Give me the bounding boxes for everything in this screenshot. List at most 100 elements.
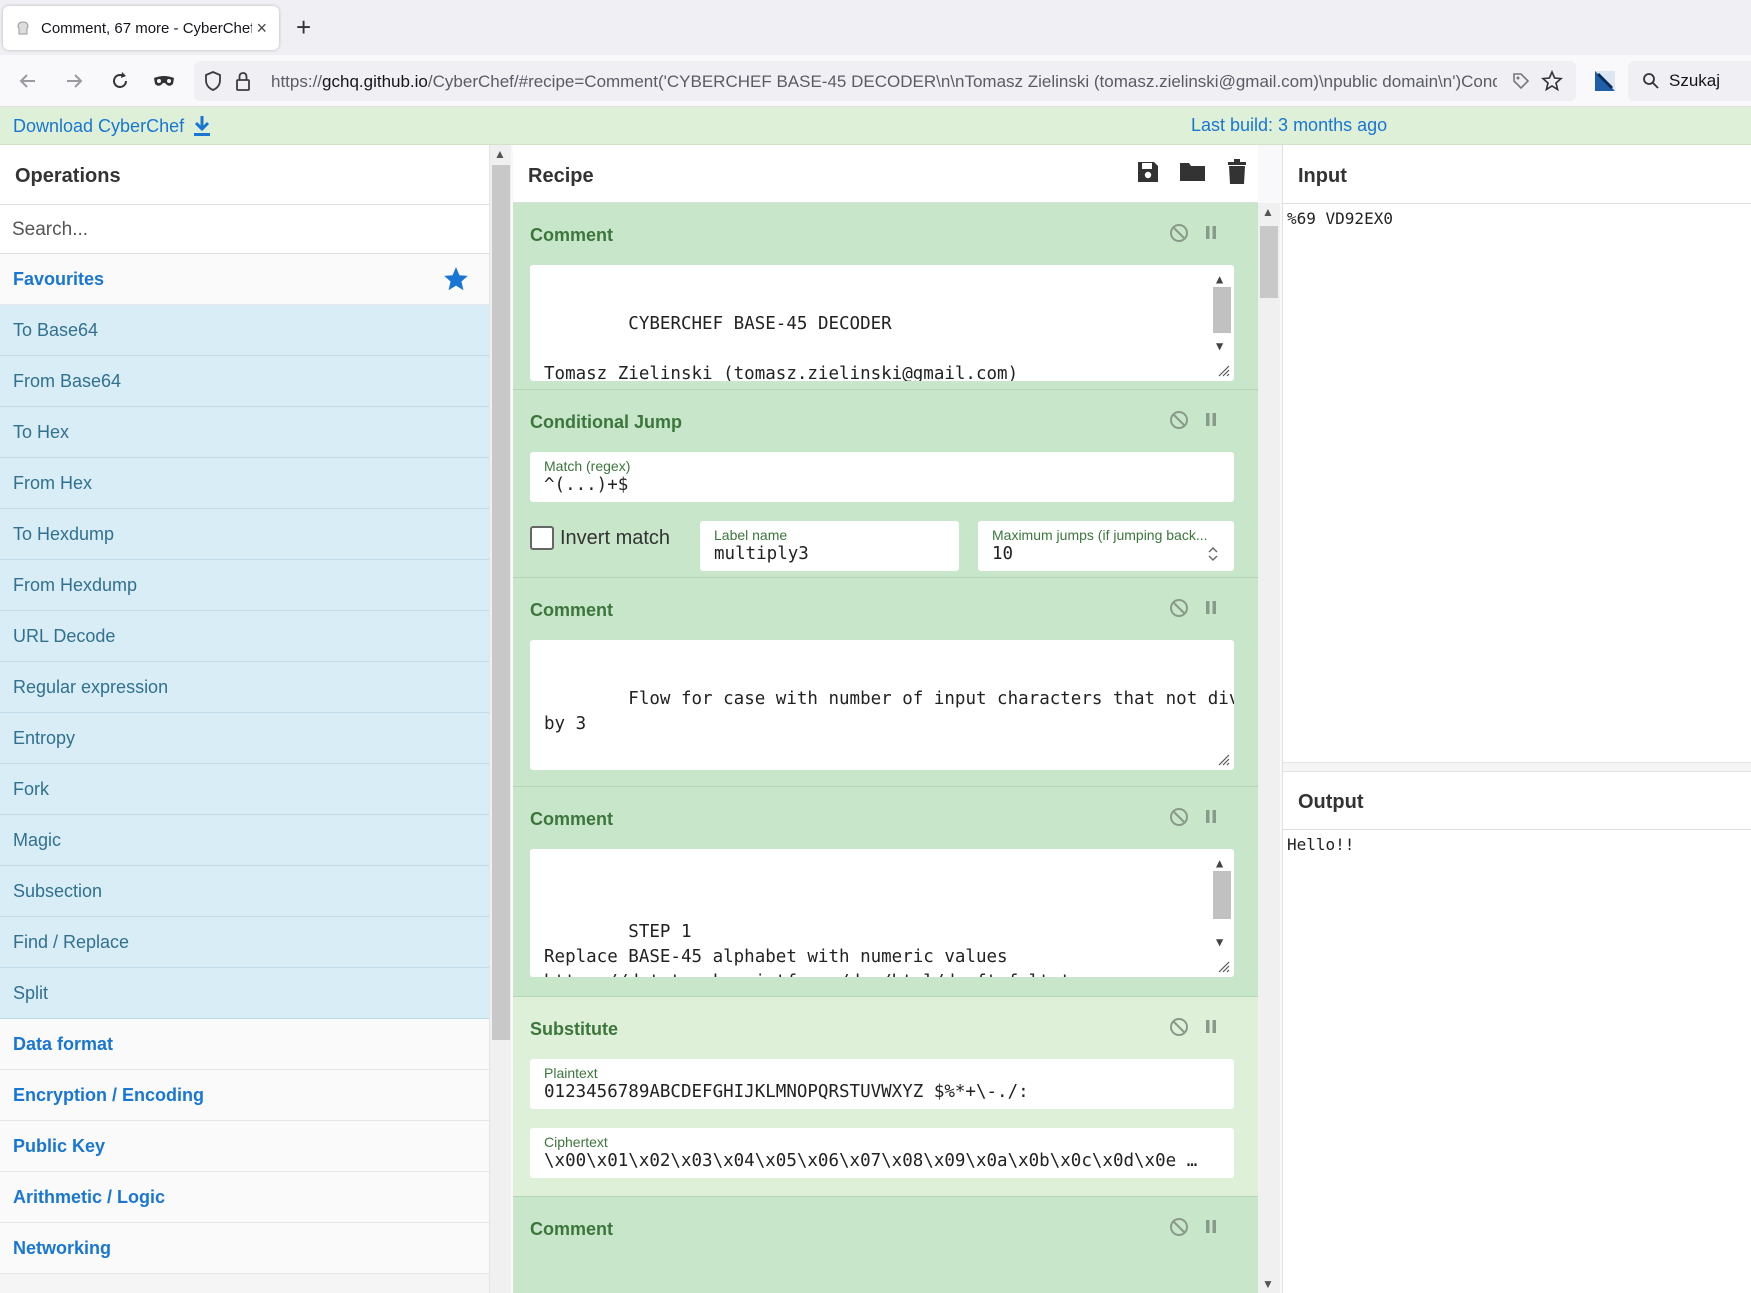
field-value: \x00\x01\x02\x03\x04\x05\x06\x07\x08\x09… — [544, 1151, 1198, 1171]
comment-textarea[interactable]: CYBERCHEF BASE-45 DECODER Tomasz Zielins… — [530, 265, 1234, 381]
output-text: Hello!! — [1287, 835, 1355, 854]
scrollbar-thumb[interactable] — [1213, 871, 1231, 919]
field-label: Label name — [714, 527, 788, 543]
op-item[interactable]: From Hex — [0, 458, 489, 509]
recipe-op-comment[interactable]: Comment STEP 1 Replace BASE-45 alphabet … — [513, 787, 1258, 997]
op-item[interactable]: Subsection — [0, 866, 489, 917]
maximum-jumps-field[interactable]: Maximum jumps (if jumping back... 10 — [978, 521, 1234, 571]
breakpoint-pause-icon[interactable] — [1204, 807, 1218, 827]
scroll-down-arrow-icon[interactable]: ▼ — [1262, 1277, 1274, 1291]
recipe-list: Comment CYBERCHEF BASE-45 DECODER Tomasz… — [513, 203, 1258, 1293]
category-item[interactable]: Networking — [0, 1223, 489, 1274]
recipe-op-substitute[interactable]: Substitute Plaintext 0123456789ABCDEFGHI… — [513, 997, 1258, 1197]
reload-icon[interactable] — [107, 68, 133, 94]
disable-op-icon[interactable] — [1169, 410, 1189, 430]
textarea-scrollbar[interactable]: ▲ ▼ — [1213, 851, 1231, 955]
op-item[interactable]: Find / Replace — [0, 917, 489, 968]
disable-op-icon[interactable] — [1169, 598, 1189, 618]
disable-op-icon[interactable] — [1169, 807, 1189, 827]
op-item[interactable]: To Hex — [0, 407, 489, 458]
label-name-field[interactable]: Label name multiply3 — [700, 521, 959, 571]
plaintext-field[interactable]: Plaintext 0123456789ABCDEFGHIJKLMNOPQRST… — [530, 1059, 1234, 1109]
recipe-scrollbar[interactable]: ▲ ▼ — [1258, 203, 1280, 1293]
url-text[interactable]: https://gchq.github.io/CyberChef/#recipe… — [271, 72, 1497, 92]
scrollbar-thumb[interactable] — [1260, 226, 1278, 298]
last-build-text[interactable]: Last build: 3 months ago — [1191, 115, 1387, 136]
field-label: Match (regex) — [544, 458, 631, 474]
category-item[interactable]: Arithmetic / Logic — [0, 1172, 489, 1223]
input-title: Input — [1298, 165, 1347, 187]
field-label: Maximum jumps (if jumping back... — [992, 527, 1208, 543]
page-action-tag-icon[interactable] — [1508, 68, 1534, 94]
field-value: 0123456789ABCDEFGHIJKLMNOPQRSTUVWXYZ $%*… — [544, 1082, 1029, 1102]
textarea-scrollbar[interactable]: ▲ ▼ — [1213, 267, 1231, 359]
extension-icon[interactable] — [1592, 68, 1618, 94]
category-label: Favourites — [13, 268, 105, 289]
recipe-op-conditional-jump[interactable]: Conditional Jump Match (regex) ^(...)+$ … — [513, 390, 1258, 578]
url-host: gchq.github.io — [322, 72, 428, 91]
browser-tab[interactable]: Comment, 67 more - CyberChef × — [3, 6, 279, 50]
address-bar[interactable]: https://gchq.github.io/CyberChef/#recipe… — [194, 61, 1576, 101]
load-recipe-folder-icon[interactable] — [1179, 159, 1206, 183]
recipe-op-comment[interactable]: Comment Flow for case with number of inp… — [513, 578, 1258, 787]
comment-textarea[interactable]: STEP 1 Replace BASE-45 alphabet with num… — [530, 849, 1234, 977]
browser-search-box[interactable]: Szukaj — [1628, 61, 1751, 101]
op-item[interactable]: From Base64 — [0, 356, 489, 407]
scrollbar-thumb[interactable] — [1213, 287, 1231, 333]
recipe-op-comment[interactable]: Comment — [513, 1197, 1258, 1293]
comment-text: CYBERCHEF BASE-45 DECODER Tomasz Zielins… — [544, 314, 1019, 381]
resize-grip-icon[interactable] — [1216, 363, 1230, 377]
scrollbar-thumb[interactable] — [492, 165, 510, 1040]
recipe-op-comment[interactable]: Comment CYBERCHEF BASE-45 DECODER Tomasz… — [513, 203, 1258, 390]
op-item[interactable]: Entropy — [0, 713, 489, 764]
operations-search-input[interactable]: Search... — [0, 205, 489, 254]
op-item[interactable]: Fork — [0, 764, 489, 815]
forward-icon[interactable] — [61, 68, 87, 94]
breakpoint-pause-icon[interactable] — [1204, 1217, 1218, 1237]
op-item[interactable]: To Hexdump — [0, 509, 489, 560]
clear-recipe-trash-icon[interactable] — [1227, 159, 1247, 185]
invert-match-checkbox[interactable]: Invert match — [530, 526, 670, 550]
disable-op-icon[interactable] — [1169, 1017, 1189, 1037]
number-spinner-icon[interactable] — [1206, 545, 1220, 563]
resize-grip-icon[interactable] — [1216, 752, 1230, 766]
back-icon[interactable] — [15, 68, 41, 94]
favourites-star-icon[interactable] — [443, 266, 469, 292]
checkbox-box[interactable] — [530, 526, 554, 550]
io-resize-divider[interactable] — [1283, 762, 1751, 772]
category-item[interactable]: Public Key — [0, 1121, 489, 1172]
tab-close-icon[interactable]: × — [256, 18, 267, 39]
op-item[interactable]: Magic — [0, 815, 489, 866]
comment-textarea[interactable]: Flow for case with number of input chara… — [530, 640, 1234, 770]
tracking-shield-icon[interactable] — [200, 68, 226, 94]
category-item[interactable]: Encryption / Encoding — [0, 1070, 489, 1121]
op-item[interactable]: URL Decode — [0, 611, 489, 662]
breakpoint-pause-icon[interactable] — [1204, 410, 1218, 430]
op-item[interactable]: Regular expression — [0, 662, 489, 713]
op-name: Conditional Jump — [530, 412, 682, 432]
new-tab-button[interactable]: + — [296, 12, 311, 43]
breakpoint-pause-icon[interactable] — [1204, 223, 1218, 243]
breakpoint-pause-icon[interactable] — [1204, 598, 1218, 618]
disable-op-icon[interactable] — [1169, 223, 1189, 243]
disable-op-icon[interactable] — [1169, 1217, 1189, 1237]
lock-icon[interactable] — [230, 68, 256, 94]
save-recipe-icon[interactable] — [1136, 159, 1160, 185]
op-name: Comment — [530, 809, 614, 829]
download-cyberchef-link[interactable]: Download CyberChef — [13, 115, 211, 137]
match-regex-field[interactable]: Match (regex) ^(...)+$ — [530, 452, 1234, 502]
operations-scrollbar[interactable]: ▲ — [489, 145, 511, 1293]
op-item[interactable]: Split — [0, 968, 489, 1019]
input-textarea[interactable]: %69 VD92EX0 — [1287, 209, 1393, 228]
scroll-up-arrow-icon[interactable]: ▲ — [1262, 205, 1274, 219]
category-favourites[interactable]: Favourites — [0, 254, 489, 305]
category-item[interactable]: Data format — [0, 1019, 489, 1070]
ciphertext-field[interactable]: Ciphertext \x00\x01\x02\x03\x04\x05\x06\… — [530, 1128, 1234, 1178]
bookmark-star-icon[interactable] — [1539, 68, 1565, 94]
op-item[interactable]: From Hexdump — [0, 560, 489, 611]
scroll-up-arrow-icon[interactable]: ▲ — [494, 147, 506, 161]
op-item[interactable]: To Base64 — [0, 305, 489, 356]
resize-grip-icon[interactable] — [1216, 959, 1230, 973]
breakpoint-pause-icon[interactable] — [1204, 1017, 1218, 1037]
url-scheme: https:// — [271, 72, 323, 91]
